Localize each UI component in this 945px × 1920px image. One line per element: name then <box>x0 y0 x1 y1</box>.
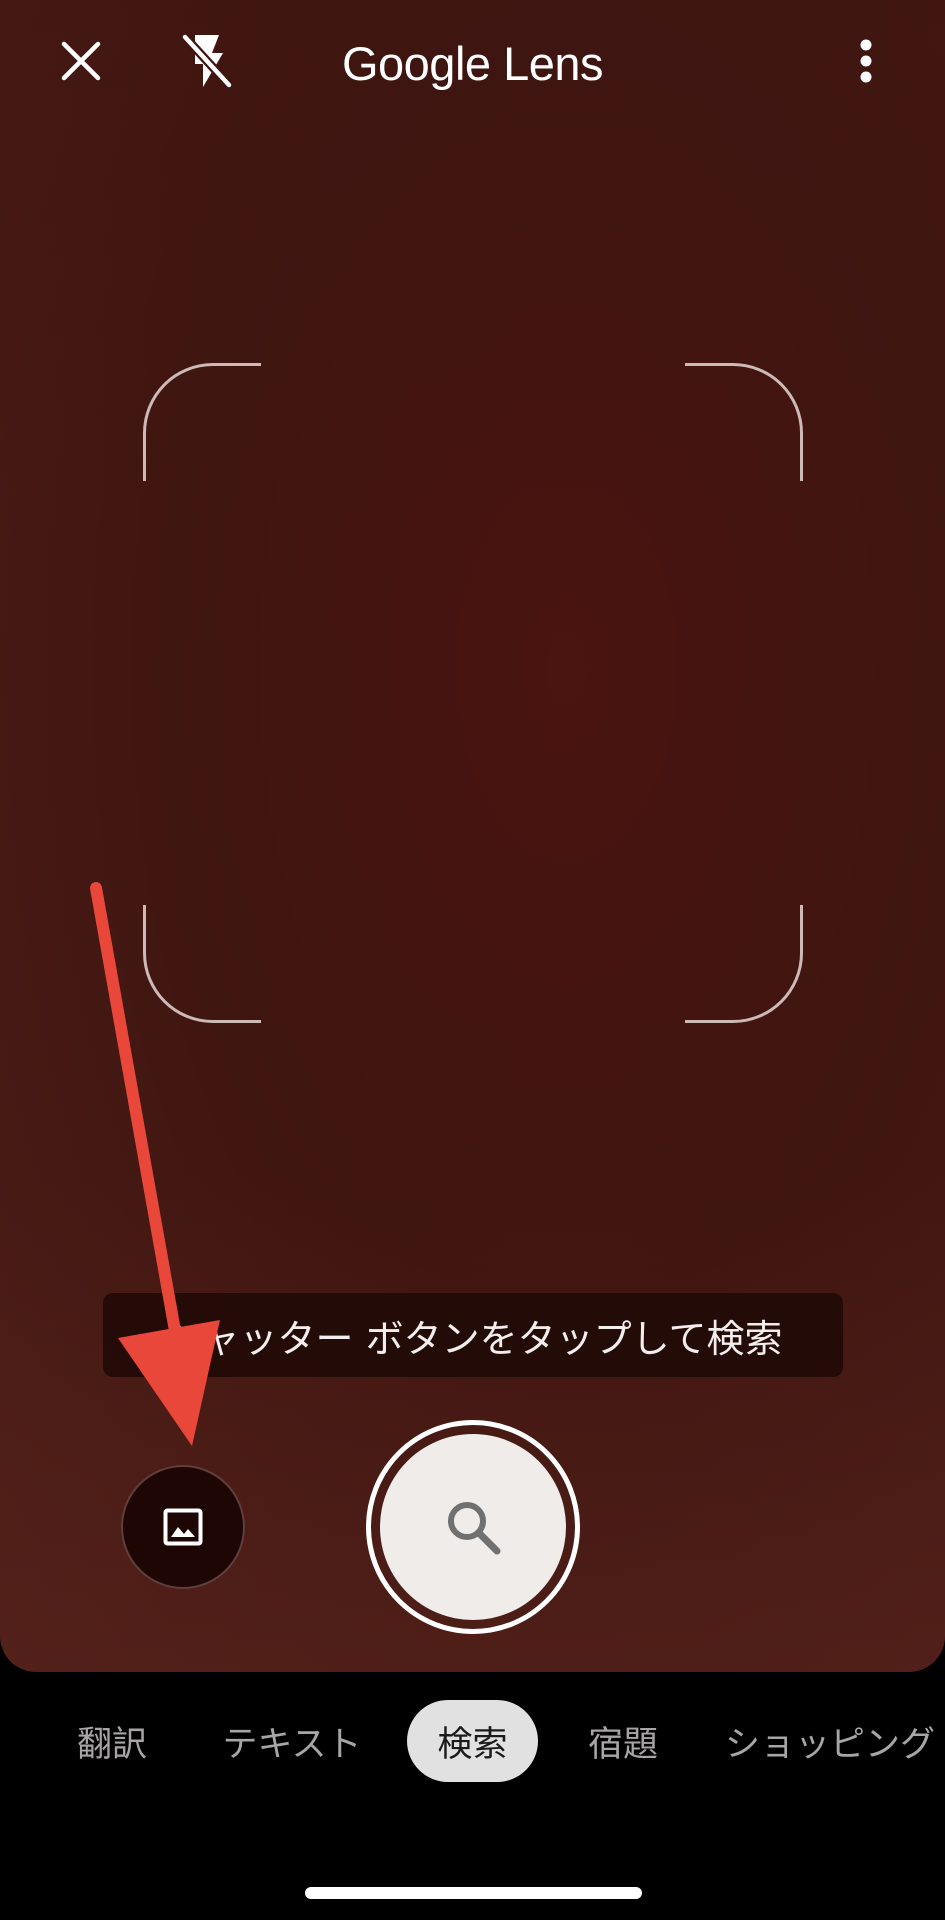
more-options-button[interactable] <box>846 30 886 92</box>
shutter-hint: シャッター ボタンをタップして検索 <box>103 1293 843 1377</box>
tab-homework[interactable]: 宿題 <box>573 1700 673 1782</box>
tab-text[interactable]: テキスト <box>212 1700 372 1782</box>
top-bar: Google Lens <box>0 0 945 130</box>
camera-viewfinder: Google Lens シャッター ボタンをタップして検索 <box>0 0 945 1672</box>
home-indicator[interactable] <box>305 1887 642 1899</box>
tab-search[interactable]: 検索 <box>407 1700 538 1782</box>
tab-shopping[interactable]: ショッピング <box>725 1700 945 1782</box>
shutter-button[interactable] <box>366 1420 580 1634</box>
app-title: Google Lens <box>0 36 945 91</box>
search-icon <box>448 1502 501 1555</box>
more-vert-icon <box>860 39 872 83</box>
shutter-button-inner <box>380 1434 566 1620</box>
title-lens: Lens <box>503 37 604 90</box>
tab-translate[interactable]: 翻訳 <box>62 1700 162 1782</box>
image-icon <box>163 1508 203 1546</box>
mode-tab-bar: 翻訳 テキスト 検索 宿題 ショッピング <box>0 1700 945 1788</box>
title-google: Google <box>341 37 491 90</box>
gallery-button[interactable] <box>121 1465 245 1589</box>
lens-screen: Google Lens シャッター ボタンをタップして検索 翻訳 テキスト 検索… <box>0 0 945 1920</box>
